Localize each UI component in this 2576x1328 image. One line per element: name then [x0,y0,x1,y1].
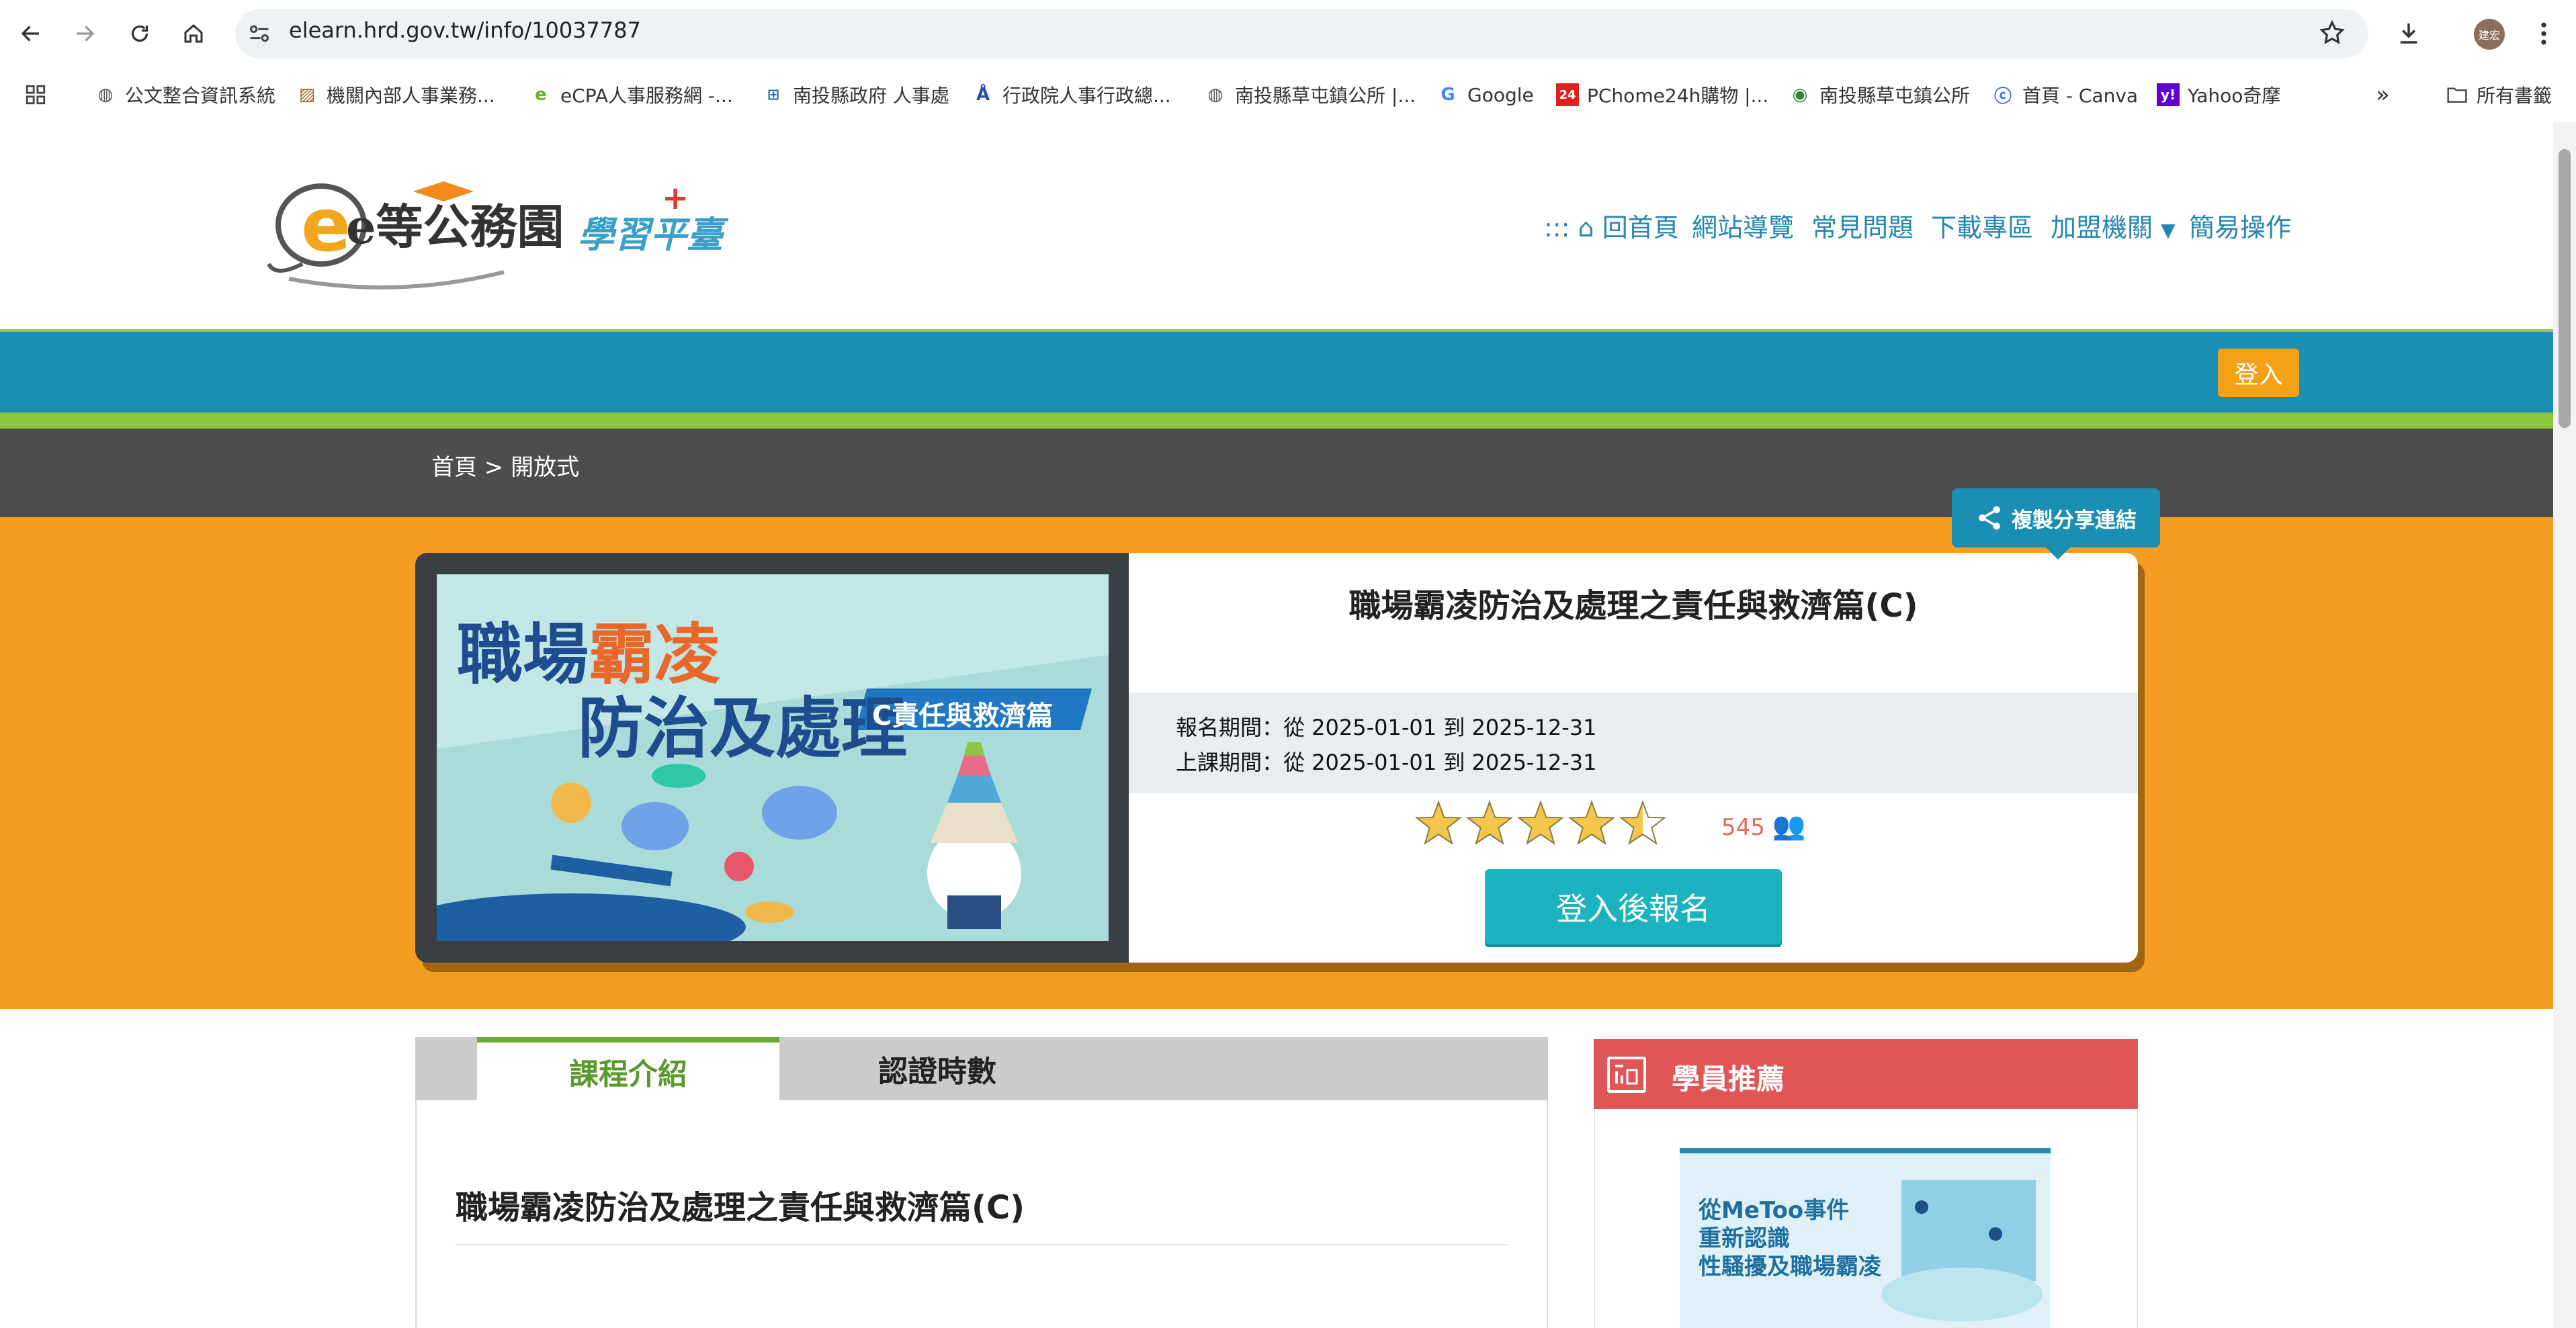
logo-sub-text: 學習平臺 [578,214,723,256]
divider [456,1244,1508,1245]
home-icon: ⌂ [1578,213,1594,242]
login-button[interactable]: 登入 [2218,349,2299,397]
google-icon: G [1441,85,1455,105]
bookmark-item[interactable]: e eCPA人事服務網 -... [529,67,733,122]
download-icon[interactable] [2395,19,2423,47]
bookmark-item[interactable]: y! Yahoo奇摩 [2157,67,2280,122]
seal-icon: ◉ [1792,85,1808,105]
rating-count: 545 👥 [1721,811,1806,842]
url-text[interactable]: elearn.hrd.gov.tw/info/10037787 [289,17,641,43]
nantou-icon: ⊞ [767,86,780,103]
ecpa-icon: e [535,85,547,105]
image-icon: ▨ [298,85,316,105]
canva-icon: ⓒ [1993,86,2012,107]
share-icon [1979,506,2000,530]
bookmark-star-icon[interactable] [2318,19,2346,47]
yahoo-icon: y! [2157,83,2180,106]
course-title: 職場霸凌防治及處理之責任與救濟篇(C) [1348,587,1918,625]
enroll-after-login-button[interactable]: 登入後報名 [1485,869,1782,944]
more-bookmarks-icon[interactable]: » [2376,67,2390,122]
folder-icon [2446,83,2468,106]
dgpa-icon: Å [976,85,990,105]
users-group-icon: 👥 [1772,811,1806,842]
tab-certified-hours[interactable]: 認證時數 [779,1037,1095,1100]
nav-faq-link[interactable]: 常見問題 [1811,207,1914,244]
bookmark-item[interactable]: ⊞ 南投縣政府 人事處 [762,67,949,122]
tab-course-intro[interactable]: 課程介紹 [477,1037,779,1100]
arrow-left-icon [21,26,39,42]
nav-download-link[interactable]: 下載專區 [1931,207,2033,244]
rating-star [1568,800,1616,845]
bookmark-item[interactable]: ⓒ 首頁 - Canva [1991,67,2138,122]
copy-share-link-button[interactable]: 複製分享連結 [1952,488,2160,547]
svg-text:e: e [301,182,351,268]
bookmark-item[interactable]: ◍ 南投縣草屯鎮公所 |... [1204,67,1416,122]
bookmark-item[interactable]: G Google [1436,67,1533,122]
rating-star [1414,800,1463,845]
nav-agencies-dropdown[interactable]: 加盟機關 ▼ [2051,207,2176,244]
forward-button[interactable] [63,12,106,55]
reload-button[interactable] [118,12,161,55]
menu-kebab-icon[interactable] [2537,19,2550,48]
back-button[interactable] [9,12,52,55]
course-period-box [1129,693,2138,793]
globe-icon: ◍ [1207,85,1223,105]
class-period: 上課期間：從 2025-01-01 到 2025-12-31 [1176,750,1597,775]
banner-title-line2: 防治及處理 [578,690,908,767]
all-bookmarks[interactable]: 所有書籤 [2446,67,2552,122]
enroll-period: 報名期間：從 2025-01-01 到 2025-12-31 [1176,715,1597,740]
rating-star [1619,800,1667,845]
blue-band [0,329,2553,415]
profile-avatar[interactable]: 建宏 [2474,19,2505,50]
green-stripe [0,412,2553,429]
nav-easy-link[interactable]: 簡易操作 [2189,207,2291,244]
scrollbar-thumb[interactable] [2559,149,2571,428]
rating-star [1465,800,1514,845]
chart-board-icon [1607,1057,1646,1093]
bookmark-item[interactable]: ◍ 公文整合資訊系統 [94,67,275,122]
breadcrumb-bar [0,429,2553,517]
reload-icon [131,25,148,42]
site-info-icon[interactable] [246,20,273,47]
course-banner-image: 職場霸凌 防治及處理 C責任與救濟篇 [437,574,1109,941]
breadcrumb[interactable]: 首頁 > 開放式 [431,449,579,482]
bookmark-item[interactable]: 24 PChome24h購物 |... [1556,67,1768,122]
nav-home-link[interactable]: ::: ⌂ 回首頁 [1544,207,1679,244]
pchome-icon: 24 [1556,83,1579,106]
rating-star [1516,800,1565,845]
apps-grid-icon[interactable] [24,67,47,122]
caret-down-icon: ▼ [2161,219,2176,241]
nav-guide-link[interactable]: 網站導覽 [1692,207,1794,244]
bookmark-item[interactable]: ▨ 機關內部人事業務... [296,67,495,122]
globe-icon: ◍ [97,85,114,105]
share-tooltip-arrow [2046,547,2070,560]
rec-card-line3: 性騷擾及職場霸凌 [1699,1253,1881,1280]
recommendation-title: 學員推薦 [1672,1063,1785,1096]
home-button[interactable] [172,12,215,55]
bookmark-item[interactable]: Å 行政院人事行政總... [972,67,1171,122]
arrow-right-icon [77,26,95,42]
content-course-title: 職場霸凌防治及處理之責任與救濟篇(C) [456,1189,1025,1227]
bookmarks-bar: ◍ 公文整合資訊系統 ▨ 機關內部人事業務... e eCPA人事服務網 -... ⊞… [0,67,2576,124]
banner-tag: C責任與救濟篇 [872,701,1054,732]
home-icon [184,24,203,43]
logo-main-text: e等公務園 [346,199,564,255]
bookmark-item[interactable]: ◉ 南投縣草屯鎮公所 [1789,67,1970,122]
rating-stars [1414,799,1669,849]
